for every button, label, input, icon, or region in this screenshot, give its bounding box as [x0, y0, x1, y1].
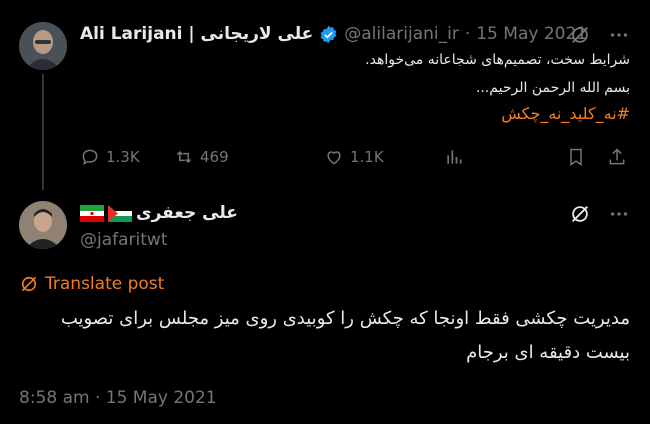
like-action[interactable]: 1.1K — [324, 147, 384, 167]
reply-count: 1.3K — [106, 148, 140, 166]
more-icon[interactable] — [608, 203, 630, 225]
reply-author-name[interactable]: علی جعفری — [136, 203, 238, 223]
views-icon[interactable] — [444, 147, 464, 167]
more-icon[interactable] — [608, 24, 630, 46]
reply-action[interactable]: 1.3K — [80, 147, 140, 167]
reply-icon — [82, 149, 98, 166]
verified-badge-icon — [320, 25, 337, 43]
share-icon[interactable] — [607, 147, 627, 167]
tweet-line-2: بسم الله الرحمن الرحیم... — [475, 80, 630, 96]
like-count: 1.1K — [350, 148, 384, 166]
reply-text: مدیریت چکشی فقط اونجا که چکش را کوبیدی ر… — [60, 308, 630, 363]
author-name[interactable]: Ali Larijani | علی لاریجانی — [80, 24, 313, 44]
translate-post-link[interactable]: Translate post — [19, 274, 164, 294]
grok-icon[interactable] — [569, 24, 591, 46]
bookmark-icon[interactable] — [566, 147, 586, 167]
palestine-flag-icon — [108, 204, 132, 222]
avatar-jafari[interactable] — [19, 201, 67, 249]
grok-icon[interactable] — [569, 203, 591, 225]
translate-label: Translate post — [45, 274, 165, 294]
retweet-count: 469 — [200, 148, 229, 166]
thread-connector-line — [42, 74, 44, 190]
hashtag-link[interactable]: #نه_کلید_نه_چکش — [501, 104, 630, 123]
separator: · — [464, 24, 471, 44]
iran-flag-icon — [80, 204, 104, 222]
retweet-action[interactable]: 469 — [174, 147, 229, 167]
reply-author-handle[interactable]: @jafaritwt — [80, 230, 168, 250]
author-handle[interactable]: @alilarijani_ir — [344, 24, 459, 44]
avatar-larijani[interactable] — [19, 22, 67, 70]
translate-icon — [21, 276, 37, 292]
reply-timestamp[interactable]: 8:58 am · 15 May 2021 — [19, 388, 217, 408]
tweet-line-1: شرایط سخت، تصمیم‌های شجاعانه می‌خواهد. — [365, 52, 630, 68]
heart-icon — [327, 151, 341, 165]
retweet-icon — [176, 150, 192, 164]
